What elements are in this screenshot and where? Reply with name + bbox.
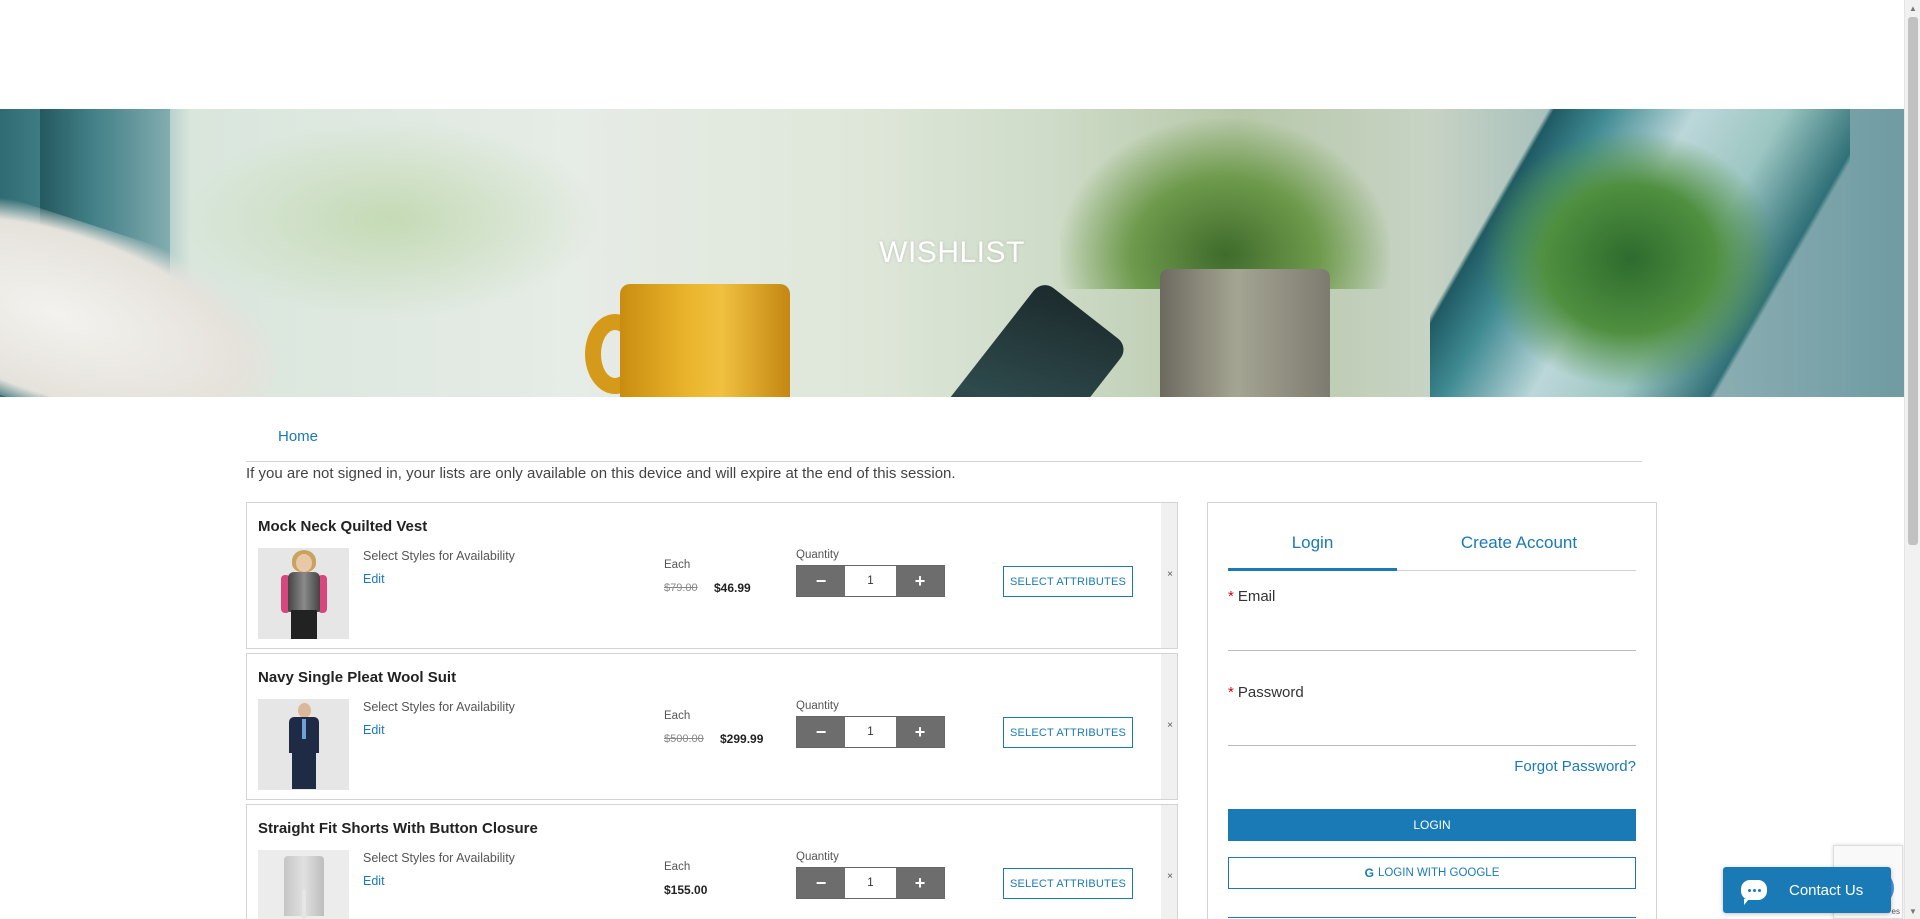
login-with-google-label: LOGIN WITH GOOGLE — [1377, 867, 1500, 879]
quantity-stepper: − 1 + — [796, 565, 945, 597]
required-mark: * — [1228, 588, 1234, 605]
recaptcha-text: es — [1891, 907, 1900, 916]
figure-legs — [292, 751, 316, 789]
scrollbar-thumb[interactable] — [1908, 17, 1918, 545]
quantity-input[interactable]: 1 — [845, 717, 896, 747]
hero-mug — [620, 284, 790, 397]
styles-availability-text: Select Styles for Availability — [363, 851, 515, 865]
password-label-text: Password — [1237, 684, 1304, 701]
wishlist-item: Navy Single Pleat Wool Suit Select Style… — [246, 653, 1178, 800]
required-mark: * — [1228, 684, 1234, 701]
top-header — [0, 0, 1904, 109]
product-name[interactable]: Mock Neck Quilted Vest — [258, 518, 427, 535]
panel-next-button-edge — [1228, 917, 1636, 918]
hero-phone — [900, 279, 1130, 397]
wishlist-item: Mock Neck Quilted Vest Select Styles for… — [246, 502, 1178, 649]
quantity-increase-button[interactable]: + — [896, 868, 944, 898]
page-title: WISHLIST — [879, 236, 1025, 269]
remove-item-icon[interactable]: × — [1167, 569, 1173, 580]
sale-price: $299.99 — [720, 732, 764, 746]
email-label: * Email — [1228, 588, 1275, 605]
google-icon: G — [1364, 866, 1374, 880]
styles-availability-text: Select Styles for Availability — [363, 700, 515, 714]
contact-us-label: Contact Us — [1789, 881, 1864, 899]
product-image[interactable] — [258, 699, 349, 790]
select-attributes-button[interactable]: SELECT ATTRIBUTES — [1003, 717, 1133, 748]
each-label: Each — [664, 710, 691, 722]
wishlist-item: Straight Fit Shorts With Button Closure … — [246, 804, 1178, 919]
sale-price: $46.99 — [714, 581, 751, 595]
quantity-stepper: − 1 + — [796, 716, 945, 748]
breadcrumb-home-link[interactable]: Home — [278, 428, 318, 445]
edit-link[interactable]: Edit — [363, 874, 385, 888]
scroll-down-icon[interactable]: ▼ — [1905, 903, 1920, 919]
password-field[interactable] — [1228, 716, 1636, 746]
styles-availability-text: Select Styles for Availability — [363, 549, 515, 563]
auth-tabs: Login Create Account — [1228, 533, 1636, 571]
figure-tie — [302, 719, 306, 739]
login-button[interactable]: LOGIN — [1228, 809, 1636, 841]
email-label-text: Email — [1237, 588, 1276, 605]
product-name[interactable]: Navy Single Pleat Wool Suit — [258, 669, 456, 686]
remove-column — [1161, 805, 1177, 919]
tab-login[interactable]: Login — [1228, 533, 1397, 571]
hero-pot — [1160, 269, 1330, 397]
hero-banner: WISHLIST — [0, 109, 1904, 397]
select-attributes-button[interactable]: SELECT ATTRIBUTES — [1003, 868, 1133, 899]
quantity-increase-button[interactable]: + — [896, 566, 944, 596]
select-attributes-button[interactable]: SELECT ATTRIBUTES — [1003, 566, 1133, 597]
quantity-input[interactable]: 1 — [845, 566, 896, 596]
quantity-label: Quantity — [796, 700, 839, 712]
quantity-input[interactable]: 1 — [845, 868, 896, 898]
quantity-label: Quantity — [796, 851, 839, 863]
each-label: Each — [664, 559, 691, 571]
price: $155.00 — [664, 883, 708, 897]
email-field[interactable] — [1228, 621, 1636, 651]
edit-link[interactable]: Edit — [363, 572, 385, 586]
original-price: $500.00 — [664, 733, 704, 745]
quantity-increase-button[interactable]: + — [896, 717, 944, 747]
product-name[interactable]: Straight Fit Shorts With Button Closure — [258, 820, 538, 837]
contact-us-chat-button[interactable]: Contact Us — [1723, 867, 1891, 913]
product-image[interactable] — [258, 548, 349, 639]
breadcrumb: Home — [246, 424, 1642, 462]
tab-create-account[interactable]: Create Account — [1424, 533, 1614, 571]
chat-bubble-icon — [1741, 880, 1767, 905]
quantity-label: Quantity — [796, 549, 839, 561]
product-image[interactable] — [258, 850, 349, 919]
page-scrollbar[interactable]: ▲ ▼ — [1904, 0, 1920, 919]
forgot-password-link[interactable]: Forgot Password? — [1514, 758, 1636, 775]
login-panel: Login Create Account * Email * Password Fo… — [1207, 502, 1657, 919]
figure-legs — [291, 610, 317, 639]
scroll-up-icon[interactable]: ▲ — [1905, 0, 1920, 16]
quantity-stepper: − 1 + — [796, 867, 945, 899]
remove-item-icon[interactable]: × — [1167, 871, 1173, 882]
login-with-google-button[interactable]: G LOGIN WITH GOOGLE — [1228, 857, 1636, 889]
edit-link[interactable]: Edit — [363, 723, 385, 737]
quantity-decrease-button[interactable]: − — [797, 717, 845, 747]
figure-head — [298, 703, 311, 718]
page: WISHLIST Home If you are not signed in, … — [0, 0, 1920, 919]
figure-shorts-gap — [302, 890, 306, 919]
figure-head — [296, 554, 312, 572]
quantity-decrease-button[interactable]: − — [797, 868, 845, 898]
quantity-decrease-button[interactable]: − — [797, 566, 845, 596]
each-label: Each — [664, 861, 691, 873]
figure-vest — [288, 572, 320, 612]
remove-item-icon[interactable]: × — [1167, 720, 1173, 731]
session-notice: If you are not signed in, your lists are… — [246, 465, 956, 482]
original-price: $79.00 — [664, 582, 698, 594]
password-label: * Password — [1228, 684, 1304, 701]
